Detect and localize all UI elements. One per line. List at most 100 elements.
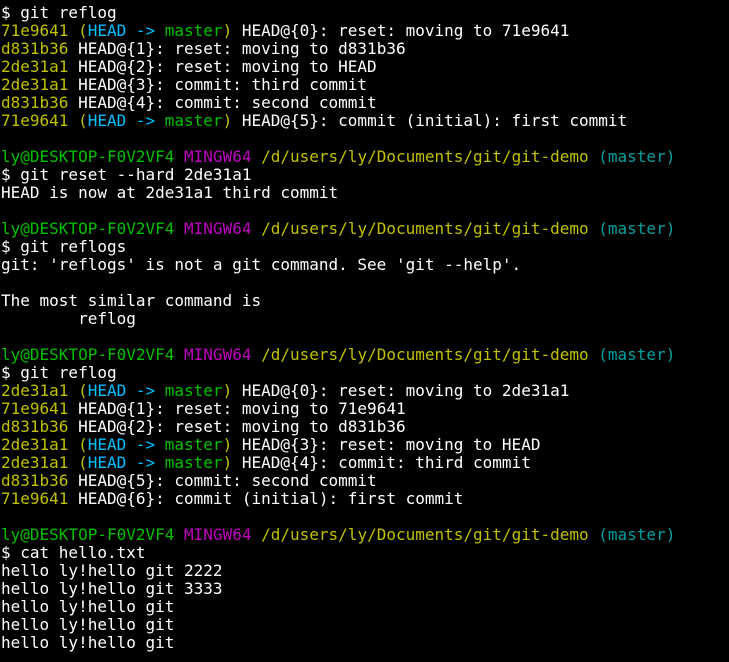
terminal-text: d831b36 — [1, 39, 69, 58]
terminal-text: HEAD@{2}: reset: moving to HEAD — [68, 57, 377, 76]
terminal-text: 2de31a1 — [1, 381, 69, 400]
terminal-line: 71e9641 HEAD@{6}: commit (initial): firs… — [1, 490, 729, 508]
terminal-text: d831b36 — [1, 93, 69, 112]
terminal-line: $ git reset --hard 2de31a1 — [1, 166, 729, 184]
terminal-line: hello ly!hello git 2222 — [1, 562, 729, 580]
terminal-text: HEAD@{3}: commit: third commit — [68, 75, 368, 94]
terminal-text: MINGW64 — [184, 219, 252, 238]
terminal-line: hello ly!hello git — [1, 616, 729, 634]
terminal-line: d831b36 HEAD@{4}: commit: second commit — [1, 94, 729, 112]
terminal-text: ) — [222, 381, 233, 400]
terminal-text: HEAD -> — [87, 111, 165, 130]
terminal-text: ly@DESKTOP-F0V2VF4 — [1, 525, 175, 544]
terminal-text: git: 'reflogs' is not a git command. See… — [1, 255, 522, 274]
terminal-text: /d/users/ly/Documents/git/git-demo — [261, 525, 589, 544]
terminal-text: $ git reset --hard 2de31a1 — [1, 165, 252, 184]
terminal-text: d831b36 — [1, 471, 69, 490]
terminal-text: 2de31a1 — [1, 57, 69, 76]
terminal-line: ly@DESKTOP-F0V2VF4 MINGW64 /d/users/ly/D… — [1, 526, 729, 544]
terminal-text: (master) — [598, 219, 676, 238]
terminal-text: HEAD -> — [87, 435, 165, 454]
terminal-text: 2de31a1 — [1, 75, 69, 94]
terminal-text: 71e9641 — [1, 489, 69, 508]
terminal-line: 2de31a1 HEAD@{3}: commit: third commit — [1, 76, 729, 94]
terminal-line: ly@DESKTOP-F0V2VF4 MINGW64 /d/users/ly/D… — [1, 220, 729, 238]
terminal-text: The most similar command is — [1, 291, 262, 310]
terminal-text: 71e9641 — [1, 111, 69, 130]
terminal-text: $ git reflogs — [1, 237, 127, 256]
terminal-text: master — [164, 453, 223, 472]
terminal-line: ly@DESKTOP-F0V2VF4 MINGW64 /d/users/ly/D… — [1, 148, 729, 166]
terminal-text: hello ly!hello git — [1, 615, 175, 634]
terminal-text: hello ly!hello git 2222 — [1, 561, 223, 580]
terminal-text: ( — [68, 381, 88, 400]
terminal-line: $ git reflogs — [1, 238, 729, 256]
terminal-line: d831b36 HEAD@{2}: reset: moving to d831b… — [1, 418, 729, 436]
terminal-text: hello ly!hello git — [1, 633, 175, 652]
terminal-line: 2de31a1 (HEAD -> master) HEAD@{4}: commi… — [1, 454, 729, 472]
terminal-line: 71e9641 (HEAD -> master) HEAD@{5}: commi… — [1, 112, 729, 130]
terminal-text: HEAD@{4}: commit: third commit — [232, 453, 531, 472]
terminal-text: MINGW64 — [184, 525, 252, 544]
terminal-line: $ cat hello.txt — [1, 544, 729, 562]
terminal-line: ly@DESKTOP-F0V2VF4 MINGW64 /d/users/ly/D… — [1, 346, 729, 364]
terminal-line: HEAD is now at 2de31a1 third commit — [1, 184, 729, 202]
terminal-text: HEAD@{1}: reset: moving to 71e9641 — [68, 399, 406, 418]
terminal-line: d831b36 HEAD@{1}: reset: moving to d831b… — [1, 40, 729, 58]
terminal-line: d831b36 HEAD@{5}: commit: second commit — [1, 472, 729, 490]
terminal-line: hello ly!hello git — [1, 598, 729, 616]
terminal-text: (master) — [598, 147, 676, 166]
terminal-text: master — [164, 21, 223, 40]
terminal-text: 71e9641 — [1, 21, 69, 40]
terminal-window[interactable]: $ git reflog 71e9641 (HEAD -> master) HEA… — [0, 0, 729, 662]
terminal-text: d831b36 — [1, 417, 69, 436]
terminal-text: ( — [68, 111, 88, 130]
terminal-text: HEAD@{5}: commit (initial): first commit — [232, 111, 628, 130]
terminal-line: 71e9641 (HEAD -> master) HEAD@{0}: reset… — [1, 22, 729, 40]
terminal-text: master — [164, 381, 223, 400]
terminal-text: reflog — [1, 309, 136, 328]
terminal-text: /d/users/ly/Documents/git/git-demo — [261, 147, 589, 166]
terminal-text: HEAD -> — [87, 21, 165, 40]
terminal-text: ) — [222, 453, 233, 472]
terminal-text: master — [164, 111, 223, 130]
terminal-text: HEAD@{1}: reset: moving to d831b36 — [68, 39, 406, 58]
terminal-text: MINGW64 — [184, 345, 252, 364]
terminal-text: 2de31a1 — [1, 435, 69, 454]
terminal-line: 2de31a1 HEAD@{2}: reset: moving to HEAD — [1, 58, 729, 76]
terminal-text: HEAD@{2}: reset: moving to d831b36 — [68, 417, 406, 436]
terminal-line: $ git reflog — [1, 4, 729, 22]
terminal-line: $ git reflog — [1, 364, 729, 382]
terminal-text: (master) — [598, 525, 676, 544]
terminal-text: HEAD -> — [87, 453, 165, 472]
terminal-text: HEAD@{3}: reset: moving to HEAD — [232, 435, 541, 454]
terminal-text: (master) — [598, 345, 676, 364]
terminal-text: ly@DESKTOP-F0V2VF4 — [1, 147, 175, 166]
terminal-text: 2de31a1 — [1, 453, 69, 472]
terminal-text: ) — [222, 111, 233, 130]
terminal-text: /d/users/ly/Documents/git/git-demo — [261, 345, 589, 364]
terminal-text: ( — [68, 453, 88, 472]
terminal-text: HEAD -> — [87, 381, 165, 400]
terminal-text: HEAD@{6}: commit (initial): first commit — [68, 489, 464, 508]
terminal-text: ( — [68, 21, 88, 40]
terminal-line: reflog — [1, 310, 729, 328]
terminal-text: $ cat hello.txt — [1, 543, 146, 562]
terminal-text: $ git reflog — [1, 3, 117, 22]
terminal-text: HEAD@{4}: commit: second commit — [68, 93, 377, 112]
terminal-text: ly@DESKTOP-F0V2VF4 — [1, 345, 175, 364]
